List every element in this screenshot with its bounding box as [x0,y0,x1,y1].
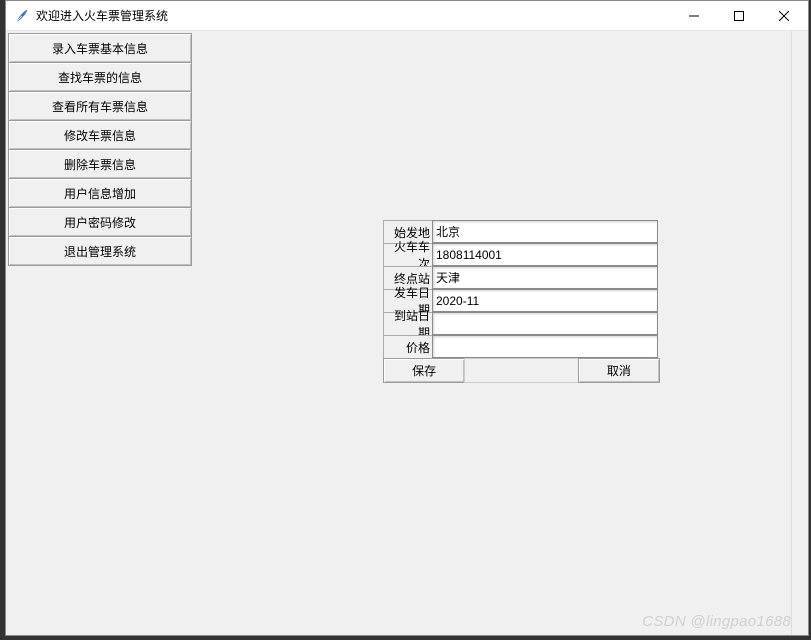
input-train-number[interactable] [432,243,658,266]
maximize-button[interactable] [716,2,761,30]
sidebar-item-label: 退出管理系统 [64,243,136,260]
button-spacer [464,358,578,383]
sidebar-item-view-all[interactable]: 查看所有车票信息 [8,91,192,121]
input-destination[interactable] [432,266,658,289]
sidebar-item-exit[interactable]: 退出管理系统 [8,236,192,266]
watermark: CSDN @lingpao1688 [642,613,791,630]
input-price[interactable] [432,335,658,358]
client-area: 录入车票基本信息 查找车票的信息 查看所有车票信息 修改车票信息 删除车票信息 … [6,31,808,635]
form-button-row: 保存 取消 [383,358,660,383]
vertical-scrollbar[interactable] [791,31,808,635]
sidebar-item-label: 用户密码修改 [64,214,136,231]
save-button-label: 保存 [412,362,436,379]
sidebar-item-modify-ticket[interactable]: 修改车票信息 [8,120,192,150]
feather-icon [14,8,30,24]
sidebar-item-delete-ticket[interactable]: 删除车票信息 [8,149,192,179]
sidebar-item-label: 用户信息增加 [64,185,136,202]
sidebar: 录入车票基本信息 查找车票的信息 查看所有车票信息 修改车票信息 删除车票信息 … [8,33,192,266]
input-origin[interactable] [432,220,658,243]
window-title: 欢迎进入火车票管理系统 [36,7,671,24]
minimize-button[interactable] [671,2,716,30]
sidebar-item-label: 查找车票的信息 [58,69,142,86]
label-price: 价格 [383,335,433,359]
sidebar-item-enter-ticket[interactable]: 录入车票基本信息 [8,33,192,63]
input-depart-date[interactable] [432,289,658,312]
label-train-number: 火车车次 [383,243,433,267]
form-row-arrive-date: 到站日期 [384,313,660,336]
form-row-price: 价格 [384,336,660,359]
ticket-form: 始发地 火车车次 终点站 发车日期 到站日期 价格 [384,221,660,383]
sidebar-item-find-ticket[interactable]: 查找车票的信息 [8,62,192,92]
window-controls [671,2,806,30]
sidebar-item-change-password[interactable]: 用户密码修改 [8,207,192,237]
sidebar-item-label: 查看所有车票信息 [52,98,148,115]
sidebar-item-label: 删除车票信息 [64,156,136,173]
save-button[interactable]: 保存 [383,358,465,383]
app-window: 欢迎进入火车票管理系统 录入车票基本信息 查找车票的信息 查看所有车票信息 修改… [5,0,809,636]
sidebar-item-label: 修改车票信息 [64,127,136,144]
cancel-button[interactable]: 取消 [578,358,660,383]
form-row-train-number: 火车车次 [384,244,660,267]
sidebar-item-add-user[interactable]: 用户信息增加 [8,178,192,208]
title-bar: 欢迎进入火车票管理系统 [6,1,808,31]
cancel-button-label: 取消 [607,362,631,379]
sidebar-item-label: 录入车票基本信息 [52,40,148,57]
close-button[interactable] [761,2,806,30]
input-arrive-date[interactable] [432,312,658,335]
label-arrive-date: 到站日期 [383,312,433,336]
